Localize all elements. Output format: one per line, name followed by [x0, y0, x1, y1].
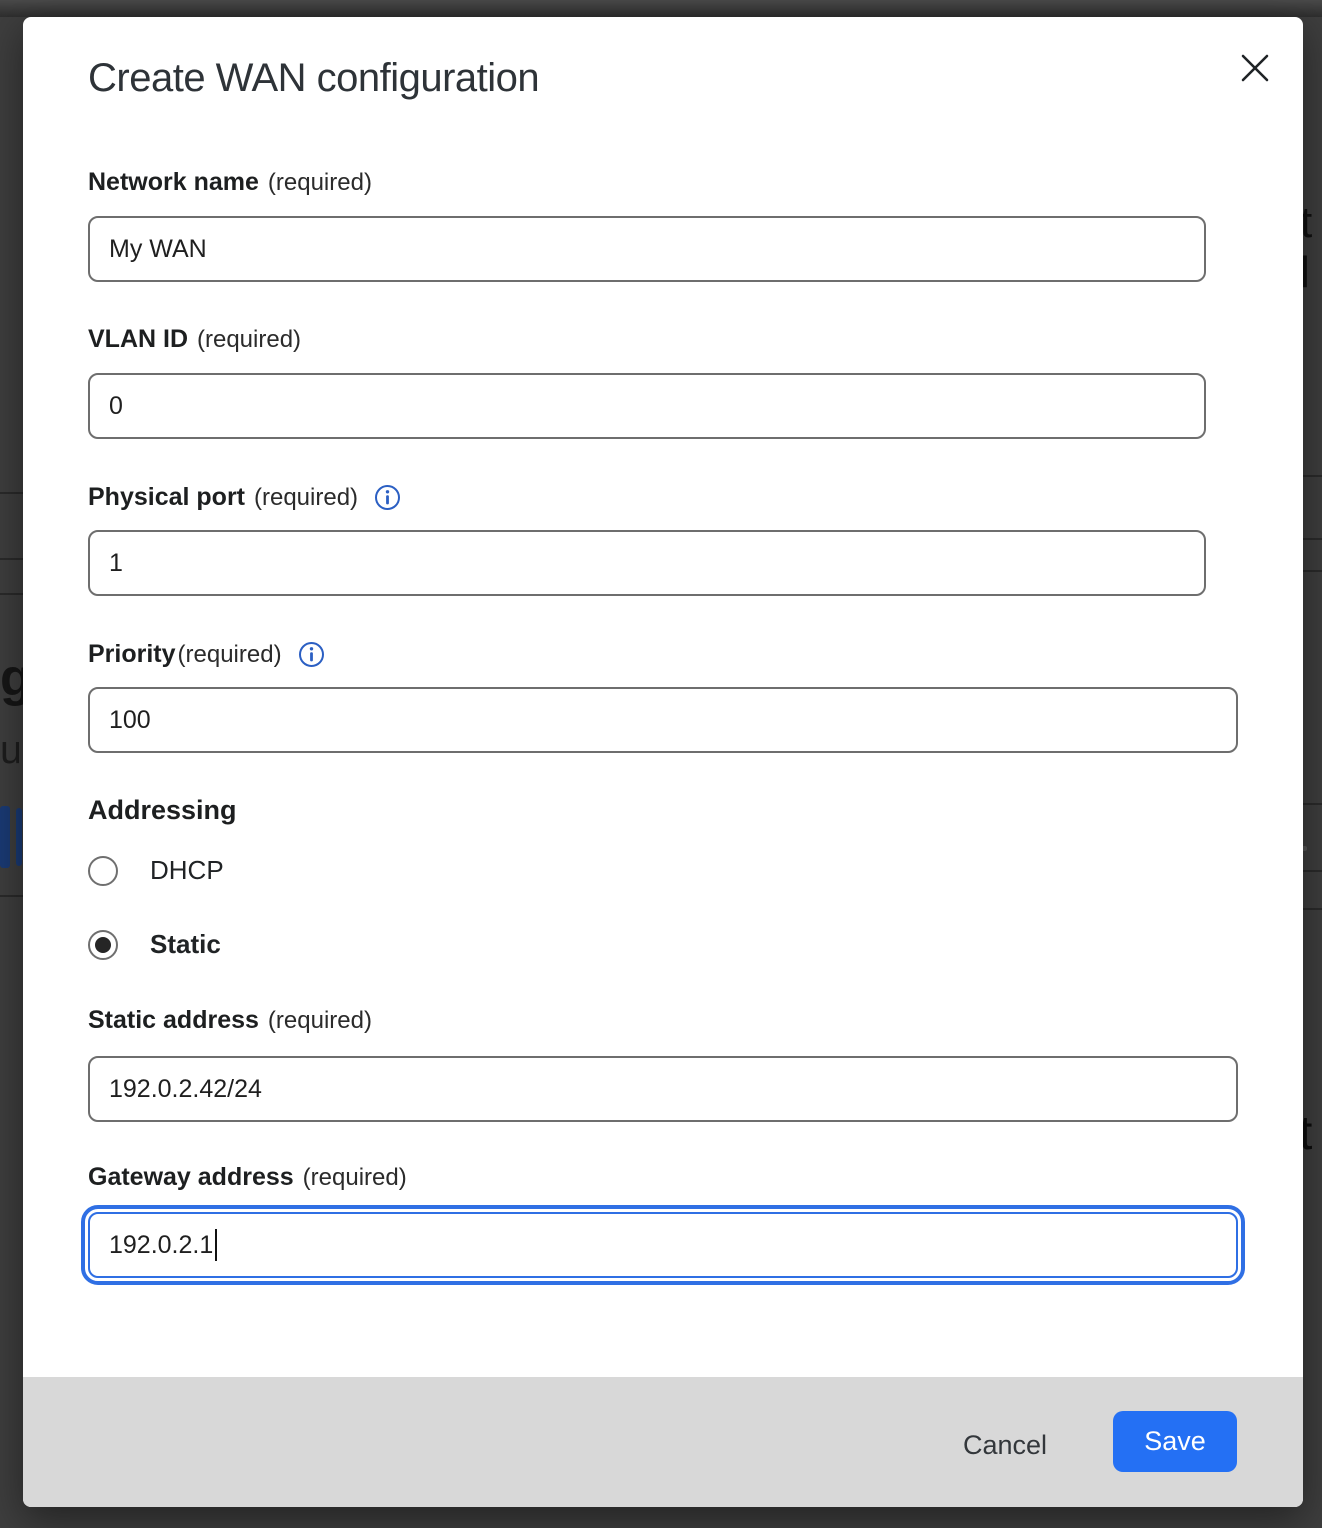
gateway-address-label-row: Gateway address (required) — [88, 1163, 407, 1192]
gateway-address-value: 192.0.2.1 — [109, 1231, 213, 1260]
vlan-id-label: VLAN ID — [88, 325, 188, 354]
create-wan-configuration-dialog: Create WAN configuration Network name (r… — [23, 17, 1303, 1507]
gateway-address-input[interactable]: 192.0.2.1 — [88, 1212, 1238, 1278]
network-name-input[interactable] — [88, 216, 1206, 282]
required-hint: (required) — [268, 1007, 372, 1035]
static-address-input[interactable] — [88, 1056, 1238, 1122]
background-text-fragment: t l — [1300, 198, 1322, 298]
network-name-label-row: Network name (required) — [88, 168, 372, 197]
static-address-label: Static address — [88, 1006, 259, 1035]
required-hint: (required) — [268, 169, 372, 197]
background-row-line — [0, 593, 23, 595]
background-text-fragment: g — [0, 648, 23, 708]
addressing-heading: Addressing — [88, 795, 237, 826]
close-icon — [1238, 51, 1272, 85]
background-row-line — [1303, 538, 1322, 540]
static-address-label-row: Static address (required) — [88, 1006, 372, 1035]
cancel-button[interactable]: Cancel — [953, 1426, 1057, 1465]
radio-selected-icon — [88, 930, 118, 960]
background-row-line — [1303, 475, 1322, 477]
dialog-title: Create WAN configuration — [88, 56, 539, 101]
physical-port-label-row: Physical port (required) — [88, 483, 401, 512]
close-button[interactable] — [1235, 48, 1275, 88]
background-row-line — [1303, 570, 1322, 572]
background-row-line — [1303, 908, 1322, 910]
text-cursor — [215, 1229, 217, 1261]
required-hint: (required) — [254, 484, 358, 512]
priority-label: Priority — [88, 640, 176, 669]
priority-input[interactable] — [88, 687, 1238, 753]
background-row-line — [1303, 870, 1322, 872]
save-button[interactable]: Save — [1113, 1411, 1237, 1472]
radio-unselected-icon — [88, 856, 118, 886]
addressing-option-static[interactable]: Static — [88, 929, 221, 960]
physical-port-input[interactable] — [88, 530, 1206, 596]
background-row-line — [0, 492, 23, 494]
background-row-line — [0, 558, 23, 560]
background-button-fragment — [16, 808, 22, 866]
vlan-id-input[interactable] — [88, 373, 1206, 439]
dhcp-option-label: DHCP — [150, 855, 224, 886]
background-button-fragment — [0, 806, 10, 868]
static-option-label: Static — [150, 929, 221, 960]
background-row-line — [1303, 803, 1322, 805]
gateway-address-label: Gateway address — [88, 1163, 294, 1192]
priority-info-icon[interactable] — [298, 641, 325, 668]
required-hint: (required) — [303, 1164, 407, 1192]
background-row-line — [0, 895, 23, 897]
background-top-bar — [0, 0, 1322, 17]
dialog-footer — [23, 1377, 1303, 1507]
background-text-fragment: u — [0, 728, 19, 773]
required-hint: (required) — [197, 326, 301, 354]
vlan-id-label-row: VLAN ID (required) — [88, 325, 301, 354]
priority-label-row: Priority (required) — [88, 640, 325, 669]
physical-port-info-icon[interactable] — [374, 484, 401, 511]
physical-port-label: Physical port — [88, 483, 245, 512]
required-hint: (required) — [178, 641, 282, 669]
network-name-label: Network name — [88, 168, 259, 197]
addressing-option-dhcp[interactable]: DHCP — [88, 855, 224, 886]
